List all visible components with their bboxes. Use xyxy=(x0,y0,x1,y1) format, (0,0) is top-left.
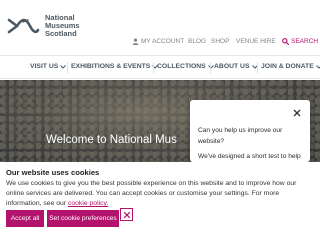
cookie-close-button[interactable] xyxy=(120,208,133,221)
survey-body: We've designed a short test to help xyxy=(198,153,301,160)
cookie-banner: Our website uses cookies We use cookies … xyxy=(0,162,320,240)
shop-link[interactable]: SHOP xyxy=(211,38,229,45)
survey-question: Can you help us improve our website? xyxy=(198,127,283,145)
nav-divider xyxy=(153,62,154,74)
cookie-description: We use cookies to give you the best poss… xyxy=(6,180,297,207)
site-header: National Museums Scotland MY ACCOUNT BLO… xyxy=(0,0,320,55)
search-label: SEARCH xyxy=(291,38,319,45)
nav-item-join-donate[interactable]: JOIN & DONATE xyxy=(261,63,320,70)
chevron-down-icon xyxy=(315,64,320,69)
nav-divider xyxy=(257,62,258,74)
nav-item-collections[interactable]: COLLECTIONS xyxy=(157,63,214,70)
venue-hire-link[interactable]: VENUE HIRE xyxy=(236,38,276,45)
hero-title: Welcome to National Mus xyxy=(46,134,177,146)
close-icon[interactable] xyxy=(292,108,302,118)
cookie-preferences-button[interactable]: Set cookie preferences xyxy=(47,210,119,227)
nav-item-label: ABOUT US xyxy=(214,63,250,70)
shop-label: SHOP xyxy=(211,38,230,45)
close-icon xyxy=(123,211,130,218)
my-account-link[interactable]: MY ACCOUNT xyxy=(132,38,184,45)
cookie-policy-link[interactable]: cookie policy. xyxy=(68,200,108,207)
venue-hire-label: VENUE HIRE xyxy=(236,38,276,45)
nav-item-label: VISIT US xyxy=(30,63,59,70)
utility-nav: MY ACCOUNT BLOG SHOP VENUE HIRE SEARCH xyxy=(0,38,320,50)
blog-link[interactable]: BLOG xyxy=(188,38,206,45)
blog-label: BLOG xyxy=(188,38,207,45)
search-icon xyxy=(282,38,289,45)
user-icon xyxy=(132,38,139,45)
search-button[interactable]: SEARCH xyxy=(282,38,318,45)
accept-all-button[interactable]: Accept all xyxy=(6,210,44,227)
nav-item-about-us[interactable]: ABOUT US xyxy=(214,63,258,70)
logo-icon[interactable] xyxy=(6,14,40,38)
logo-wordmark[interactable]: National Museums Scotland xyxy=(45,14,80,38)
nav-item-label: JOIN & DONATE xyxy=(261,63,314,70)
chevron-down-icon xyxy=(60,64,67,69)
nav-divider xyxy=(210,62,211,74)
nav-item-label: COLLECTIONS xyxy=(157,63,206,70)
logo-line-3: Scotland xyxy=(45,29,77,38)
cookie-text: We use cookies to give you the best poss… xyxy=(6,179,314,209)
nav-item-exhibitions-events[interactable]: EXHIBITIONS & EVENTS xyxy=(71,63,159,70)
survey-popup: Can you help us improve our website? We'… xyxy=(190,100,310,162)
nav-item-label: EXHIBITIONS & EVENTS xyxy=(71,63,151,70)
cookie-title: Our website uses cookies xyxy=(6,168,100,177)
main-nav: VISIT US EXHIBITIONS & EVENTS COLLECTION… xyxy=(0,55,320,79)
nav-divider xyxy=(67,62,68,74)
my-account-label: MY ACCOUNT xyxy=(141,38,185,45)
nav-item-visit-us[interactable]: VISIT US xyxy=(30,63,67,70)
